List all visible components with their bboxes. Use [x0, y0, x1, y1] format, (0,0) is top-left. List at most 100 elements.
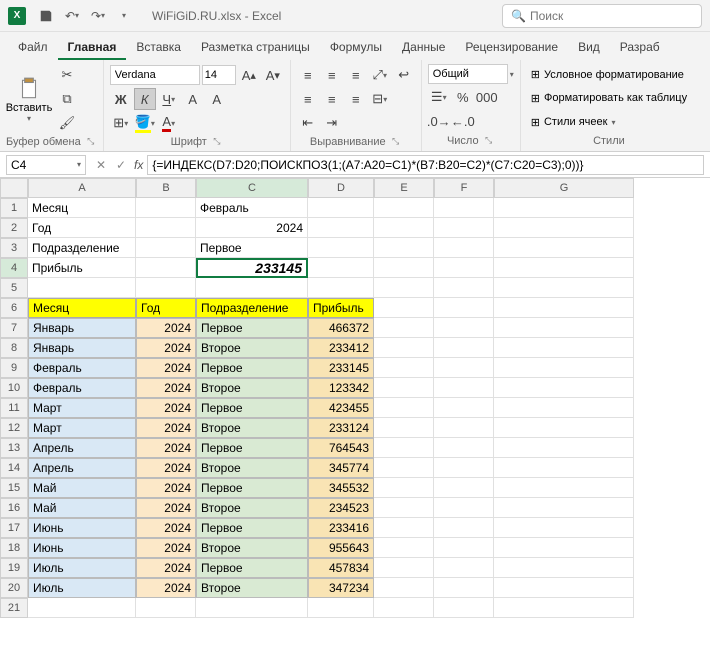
cell[interactable]: 2024 — [136, 458, 196, 478]
column-header[interactable]: B — [136, 178, 196, 198]
cell[interactable]: 345774 — [308, 458, 374, 478]
cell[interactable]: Второе — [196, 418, 308, 438]
cell[interactable] — [494, 418, 634, 438]
cell[interactable]: 2024 — [136, 398, 196, 418]
cell[interactable] — [434, 378, 494, 398]
tab-вид[interactable]: Вид — [568, 36, 610, 60]
search-box[interactable]: 🔍 — [502, 4, 702, 28]
format-as-table-button[interactable]: ⊞Форматировать как таблицу — [527, 90, 691, 107]
cell[interactable]: Первое — [196, 358, 308, 378]
cell[interactable] — [434, 338, 494, 358]
row-header[interactable]: 18 — [0, 538, 28, 558]
wrap-text-icon[interactable]: ↩ — [393, 64, 415, 86]
cell[interactable]: Второе — [196, 458, 308, 478]
table-header[interactable]: Прибыль — [308, 298, 374, 318]
tab-разметка страницы[interactable]: Разметка страницы — [191, 36, 320, 60]
cell[interactable]: Второе — [196, 338, 308, 358]
cell[interactable] — [494, 598, 634, 618]
paste-button[interactable]: Вставить ▾ — [6, 64, 52, 134]
cell[interactable] — [494, 238, 634, 258]
percent-icon[interactable]: % — [452, 86, 474, 108]
row-header[interactable]: 19 — [0, 558, 28, 578]
borders-icon[interactable]: ⊞▾ — [110, 112, 132, 134]
row-header[interactable]: 12 — [0, 418, 28, 438]
row-header[interactable]: 9 — [0, 358, 28, 378]
cell[interactable] — [374, 218, 434, 238]
cell[interactable] — [374, 458, 434, 478]
dialog-launcher-icon[interactable]: ⤡ — [211, 136, 223, 148]
cell[interactable] — [374, 258, 434, 278]
decrease-indent-icon[interactable]: ⇤ — [297, 112, 319, 134]
tab-данные[interactable]: Данные — [392, 36, 455, 60]
search-input[interactable] — [530, 9, 693, 23]
cell[interactable]: Февраль — [28, 378, 136, 398]
cell[interactable] — [494, 518, 634, 538]
column-header[interactable]: C — [196, 178, 308, 198]
row-header[interactable]: 8 — [0, 338, 28, 358]
cell[interactable] — [434, 238, 494, 258]
cell[interactable] — [374, 238, 434, 258]
cell[interactable]: Март — [28, 418, 136, 438]
cell[interactable] — [374, 598, 434, 618]
save-icon[interactable] — [34, 4, 58, 28]
cell[interactable] — [136, 218, 196, 238]
cell[interactable] — [434, 578, 494, 598]
cell-styles-button[interactable]: ⊞Стили ячеек▾ — [527, 114, 691, 131]
row-header[interactable]: 5 — [0, 278, 28, 298]
cancel-formula-icon[interactable]: ✕ — [92, 156, 110, 174]
cell[interactable]: Первое — [196, 558, 308, 578]
cell[interactable] — [374, 418, 434, 438]
cell[interactable] — [374, 578, 434, 598]
cell[interactable]: 2024 — [136, 338, 196, 358]
cell[interactable] — [28, 278, 136, 298]
cell[interactable] — [494, 278, 634, 298]
row-header[interactable]: 3 — [0, 238, 28, 258]
increase-font-icon[interactable]: A▴ — [238, 64, 260, 86]
column-header[interactable]: F — [434, 178, 494, 198]
cell[interactable] — [434, 298, 494, 318]
column-header[interactable]: D — [308, 178, 374, 198]
cell[interactable]: 2024 — [136, 578, 196, 598]
cell[interactable]: Первое — [196, 518, 308, 538]
cell[interactable]: Первое — [196, 438, 308, 458]
cell[interactable] — [374, 398, 434, 418]
underline-button[interactable]: Ч▾ — [158, 88, 180, 110]
cell[interactable]: 123342 — [308, 378, 374, 398]
spreadsheet-grid[interactable]: ABCDEFG1МесяцФевраль2Год20243Подразделен… — [0, 178, 710, 618]
cell[interactable]: Второе — [196, 538, 308, 558]
cell[interactable] — [434, 398, 494, 418]
cell[interactable]: 2024 — [136, 498, 196, 518]
align-left-icon[interactable]: ≡ — [297, 88, 319, 110]
row-header[interactable]: 10 — [0, 378, 28, 398]
formula-input[interactable]: {=ИНДЕКС(D7:D20;ПОИСКПОЗ(1;(A7:A20=C1)*(… — [147, 155, 704, 175]
cell[interactable]: 2024 — [136, 318, 196, 338]
cell[interactable]: Июнь — [28, 538, 136, 558]
cell[interactable] — [434, 478, 494, 498]
cell[interactable] — [494, 538, 634, 558]
cell[interactable]: Второе — [196, 578, 308, 598]
column-header[interactable]: A — [28, 178, 136, 198]
cell[interactable]: Первое — [196, 238, 308, 258]
align-top-icon[interactable]: ≡ — [297, 64, 319, 86]
cell[interactable]: 233416 — [308, 518, 374, 538]
cell[interactable]: Первое — [196, 398, 308, 418]
cell[interactable]: Прибыль — [28, 258, 136, 278]
cut-icon[interactable]: ✂ — [56, 64, 78, 86]
dialog-launcher-icon[interactable]: ⤡ — [85, 136, 97, 148]
cell[interactable] — [434, 538, 494, 558]
cell[interactable] — [136, 198, 196, 218]
cell[interactable] — [374, 338, 434, 358]
cell[interactable] — [434, 458, 494, 478]
cell[interactable]: 955643 — [308, 538, 374, 558]
cell[interactable] — [494, 478, 634, 498]
cell[interactable]: 2024 — [136, 558, 196, 578]
cell[interactable] — [494, 458, 634, 478]
cell[interactable]: 233412 — [308, 338, 374, 358]
cell[interactable]: 233145 — [196, 258, 308, 278]
increase-decimal-icon[interactable]: .0→ — [428, 111, 450, 133]
cell[interactable] — [196, 598, 308, 618]
fill-color-icon[interactable]: 🪣▾ — [134, 112, 156, 134]
cell[interactable]: 234523 — [308, 498, 374, 518]
cell[interactable] — [308, 198, 374, 218]
cell[interactable]: 2024 — [136, 518, 196, 538]
